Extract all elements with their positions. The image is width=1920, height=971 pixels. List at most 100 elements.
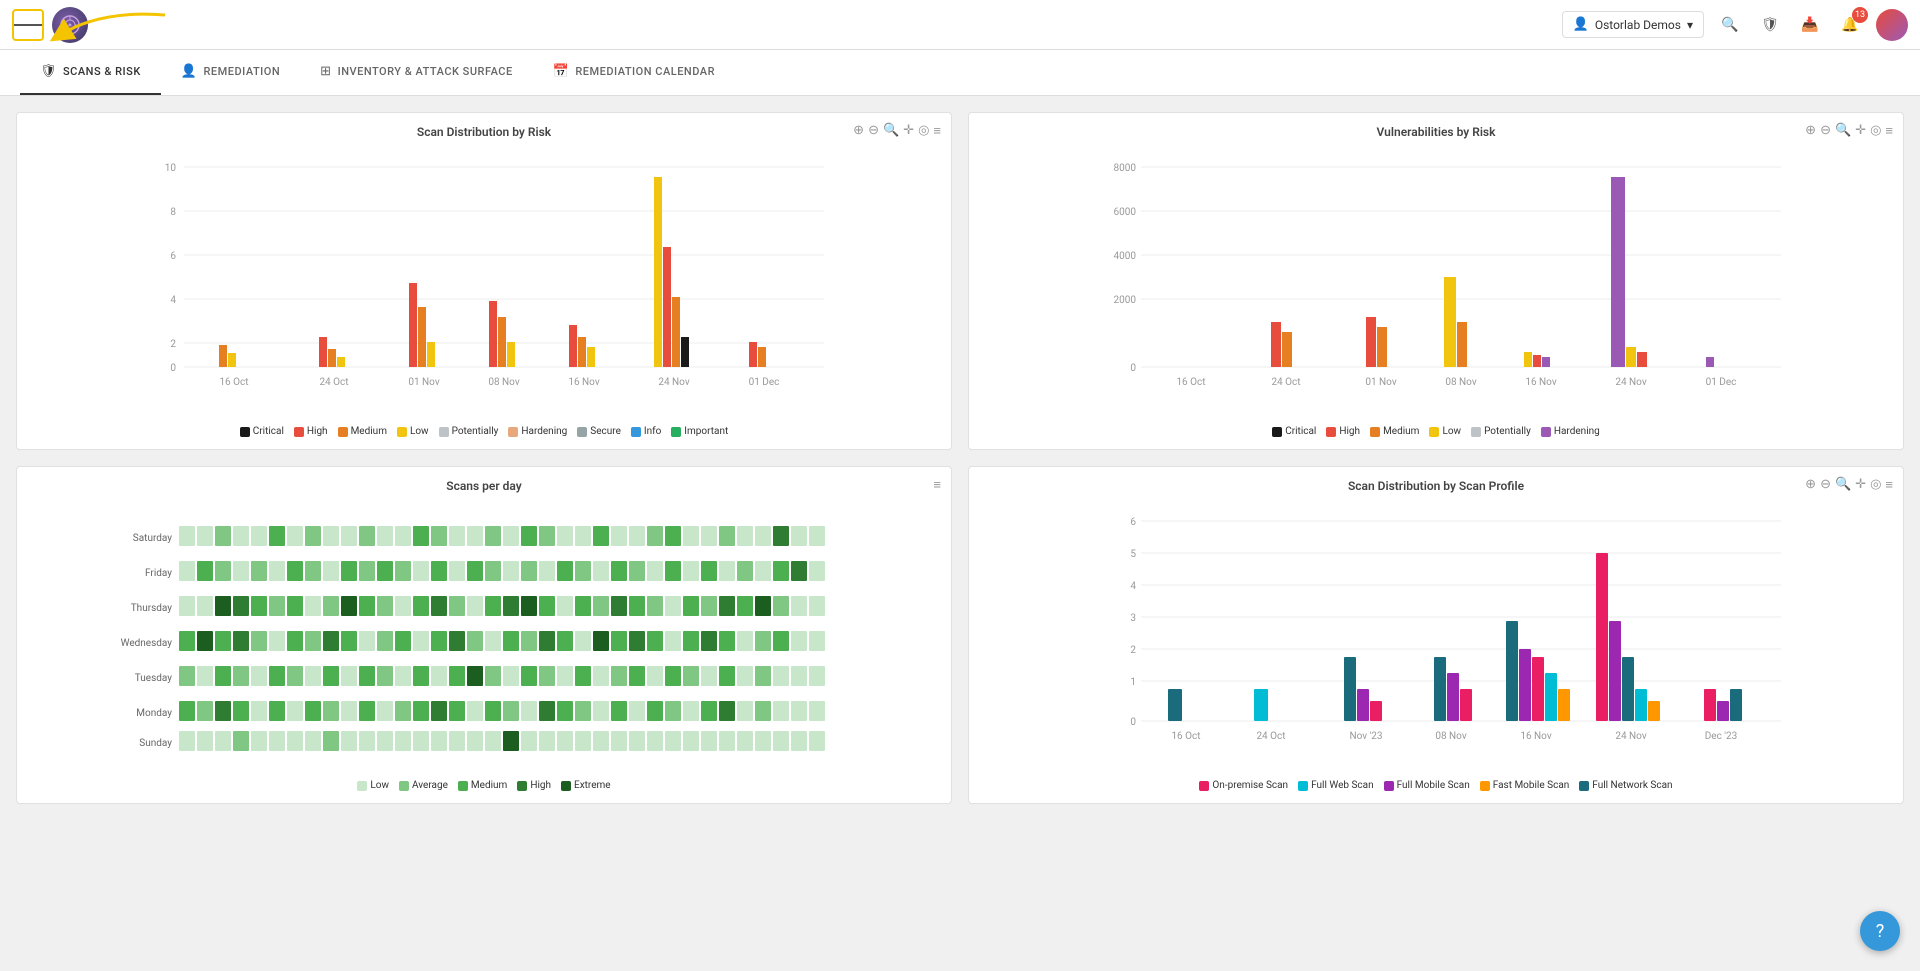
svg-text:4000: 4000 [1114, 251, 1137, 262]
menu-button[interactable] [12, 9, 44, 41]
svg-text:Wednesday: Wednesday [121, 638, 173, 649]
svg-text:24 Oct: 24 Oct [319, 377, 348, 388]
settings-icon[interactable]: ◎ [918, 123, 929, 139]
zoom-out-icon4[interactable]: ⊖ [1820, 477, 1831, 493]
zoom-icon[interactable]: 🔍 [883, 123, 899, 139]
svg-text:6: 6 [170, 251, 176, 262]
svg-text:24 Oct: 24 Oct [1271, 377, 1300, 388]
inbox-button[interactable]: 📥 [1796, 11, 1824, 39]
tab-remediation-calendar[interactable]: 📅 REMEDIATION CALENDAR [533, 50, 735, 95]
main-tabs: 🛡 SCANS & RISK 👤 REMEDIATION ⊞ INVENTORY… [0, 50, 1920, 96]
zoom-out-icon2[interactable]: ⊖ [1820, 123, 1831, 139]
menu-icon4[interactable]: ≡ [1885, 477, 1893, 493]
legend-fullweb: Full Web Scan [1298, 780, 1374, 791]
legend-high: High [294, 426, 328, 437]
svg-text:Sunday: Sunday [139, 738, 172, 749]
vuln-risk-svg: 8000 6000 4000 2000 0 16 Oct 24 Oct 01 N… [981, 147, 1891, 417]
legend-medium: Medium [338, 426, 387, 437]
legend-high-heat: High [517, 780, 551, 791]
svg-text:4: 4 [170, 295, 176, 306]
svg-text:Saturday: Saturday [133, 533, 172, 544]
menu-icon2[interactable]: ≡ [1885, 123, 1893, 139]
zoom-icon2[interactable]: 🔍 [1835, 123, 1851, 139]
svg-text:01 Dec: 01 Dec [749, 377, 780, 388]
svg-text:01 Dec: 01 Dec [1706, 377, 1737, 388]
scan-dist-risk-title: Scan Distribution by Risk [29, 125, 939, 139]
svg-text:Dec '23: Dec '23 [1705, 731, 1738, 742]
move-icon4[interactable]: ✛ [1855, 477, 1866, 493]
legend-low: Low [397, 426, 429, 437]
person-tab-icon: 👤 [181, 64, 198, 79]
menu-icon3[interactable]: ≡ [933, 477, 941, 493]
dashboard-grid: Scan Distribution by Risk ⊕ ⊖ 🔍 ✛ ◎ ≡ 1 0… [0, 96, 1920, 820]
scan-distribution-profile-card: Scan Distribution by Scan Profile ⊕ ⊖ 🔍 … [968, 466, 1904, 804]
tab-inventory[interactable]: ⊞ INVENTORY & ATTACK SURFACE [300, 50, 533, 95]
svg-text:16 Oct: 16 Oct [1176, 377, 1205, 388]
scan-dist-risk-controls: ⊕ ⊖ 🔍 ✛ ◎ ≡ [853, 123, 941, 139]
zoom-in-icon4[interactable]: ⊕ [1805, 477, 1816, 493]
svg-text:0: 0 [1130, 717, 1136, 728]
legend-fullmobile: Full Mobile Scan [1384, 780, 1470, 791]
svg-text:6000: 6000 [1114, 207, 1137, 218]
help-button[interactable]: ? [1860, 911, 1900, 951]
svg-text:24 Nov: 24 Nov [658, 377, 689, 388]
notification-button[interactable]: 🔔 13 [1836, 11, 1864, 39]
svg-text:Friday: Friday [145, 568, 172, 579]
svg-text:16 Nov: 16 Nov [568, 377, 599, 388]
scan-dist-risk-svg: 10 8 6 4 2 0 16 Oct 24 Oct 01 Nov 08 Nov… [29, 147, 939, 417]
tab-scans-risk[interactable]: 🛡 SCANS & RISK [20, 50, 161, 95]
username: Ostorlab Demos [1595, 18, 1681, 32]
svg-text:16 Nov: 16 Nov [1525, 377, 1556, 388]
shield-button[interactable]: 🛡 [1756, 11, 1784, 39]
legend-onpremise: On-premise Scan [1199, 780, 1288, 791]
svg-text:2000: 2000 [1114, 295, 1137, 306]
svg-text:08 Nov: 08 Nov [1435, 731, 1466, 742]
vuln-risk-legend: Critical High Medium Low Potentially Har… [981, 426, 1891, 437]
scans-day-controls: ≡ [933, 477, 941, 493]
move-icon[interactable]: ✛ [903, 123, 914, 139]
avatar[interactable] [1876, 9, 1908, 41]
zoom-in-icon2[interactable]: ⊕ [1805, 123, 1816, 139]
vulnerabilities-risk-card: Vulnerabilities by Risk ⊕ ⊖ 🔍 ✛ ◎ ≡ 8000… [968, 112, 1904, 450]
legend-secure: Secure [577, 426, 621, 437]
zoom-out-icon[interactable]: ⊖ [868, 123, 879, 139]
logo [52, 7, 88, 43]
svg-text:2: 2 [170, 339, 176, 350]
svg-text:4: 4 [1130, 581, 1136, 592]
legend-important: Important [671, 426, 728, 437]
menu-icon[interactable]: ≡ [933, 123, 941, 139]
svg-text:8: 8 [170, 207, 176, 218]
svg-text:08 Nov: 08 Nov [488, 377, 519, 388]
tab-remediation[interactable]: 👤 REMEDIATION [161, 50, 300, 95]
svg-text:01 Nov: 01 Nov [408, 377, 439, 388]
zoom-in-icon[interactable]: ⊕ [853, 123, 864, 139]
notification-badge: 13 [1852, 7, 1868, 23]
svg-text:16 Oct: 16 Oct [219, 377, 248, 388]
legend-vuln-hardening: Hardening [1541, 426, 1600, 437]
legend-potentially: Potentially [439, 426, 499, 437]
scan-dist-risk-legend: Critical High Medium Low Potentially Har… [29, 426, 939, 437]
legend-vuln-potentially: Potentially [1471, 426, 1531, 437]
svg-text:5: 5 [1130, 549, 1136, 560]
settings-icon2[interactable]: ◎ [1870, 123, 1881, 139]
svg-text:Nov '23: Nov '23 [1349, 731, 1382, 742]
legend-critical: Critical [240, 426, 284, 437]
svg-text:24 Oct: 24 Oct [1256, 731, 1285, 742]
legend-vuln-medium: Medium [1370, 426, 1419, 437]
zoom-icon4[interactable]: 🔍 [1835, 477, 1851, 493]
dropdown-icon: ▾ [1687, 18, 1693, 32]
scans-per-day-card: Scans per day ≡ Saturday Friday Thursday… [16, 466, 952, 804]
legend-avg-heat: Average [399, 780, 448, 791]
svg-text:0: 0 [1130, 363, 1136, 374]
settings-icon4[interactable]: ◎ [1870, 477, 1881, 493]
legend-fullnetwork: Full Network Scan [1579, 780, 1672, 791]
svg-text:1: 1 [1130, 677, 1136, 688]
user-menu[interactable]: 👤 Ostorlab Demos ▾ [1562, 11, 1704, 38]
svg-text:01 Nov: 01 Nov [1365, 377, 1396, 388]
svg-text:16 Oct: 16 Oct [1171, 731, 1200, 742]
search-button[interactable]: 🔍 [1716, 11, 1744, 39]
move-icon2[interactable]: ✛ [1855, 123, 1866, 139]
legend-hardening: Hardening [508, 426, 567, 437]
svg-text:Monday: Monday [136, 708, 172, 719]
legend-low-heat: Low [357, 780, 389, 791]
